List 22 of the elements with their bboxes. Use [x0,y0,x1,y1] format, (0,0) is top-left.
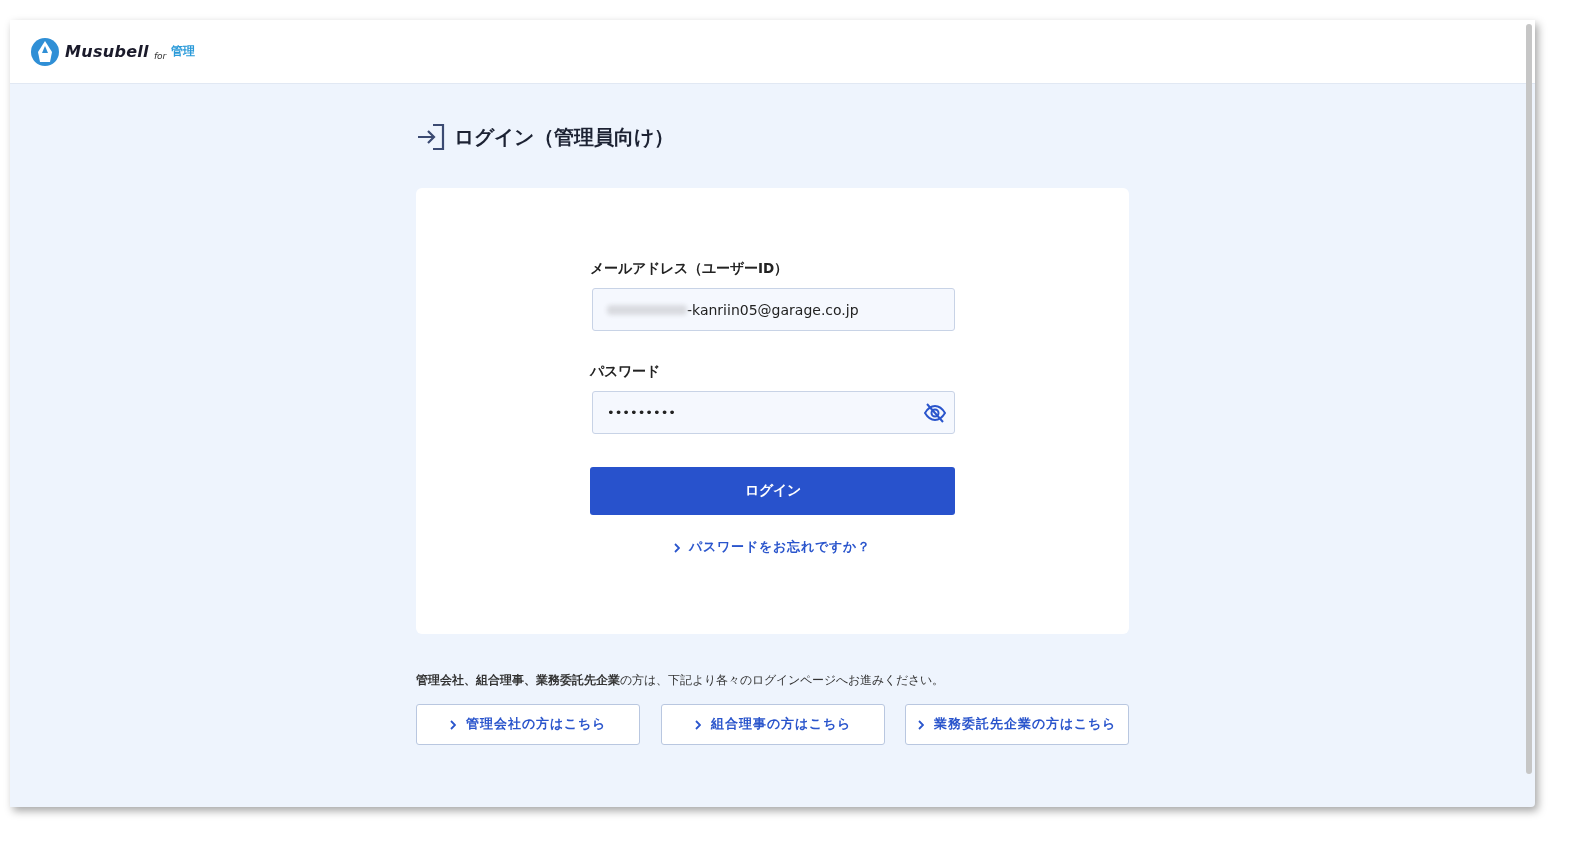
login-button[interactable]: ログイン [590,467,955,515]
forgot-password-link[interactable]: パスワードをお忘れですか？ [674,539,871,556]
brand-for: for [153,51,167,61]
brand-name: Musubell [65,42,149,61]
brand-suffix: 管理 [171,43,196,60]
eye-slash-icon[interactable] [924,402,946,423]
logo-icon [30,36,60,67]
chevron-icon [674,542,680,553]
email-label: メールアドレス（ユーザーID） [590,260,790,278]
notice-text: 管理会社、組合理事、業務委託先企業の方は、下記より各々のログインページへお進みください。 [416,672,945,689]
page-title: ログイン（管理員向け） [454,123,674,151]
login-page-link-button[interactable]: 組合理事の方はこちら [660,704,885,745]
login-icon [416,123,446,151]
chevron-icon [918,719,924,730]
login-page-link-button[interactable]: 管理会社の方はこちら [416,704,640,745]
password-label: パスワード [590,363,661,381]
chevron-icon [450,719,456,730]
scrollbar[interactable] [1526,24,1532,774]
login-page-link-button[interactable]: 業務委託先企業の方はこちら [905,704,1129,745]
password-field[interactable]: ••••••••• [592,391,955,434]
email-field[interactable]: -kanriin05@garage.co.jp [592,288,955,331]
chevron-icon [694,719,701,730]
